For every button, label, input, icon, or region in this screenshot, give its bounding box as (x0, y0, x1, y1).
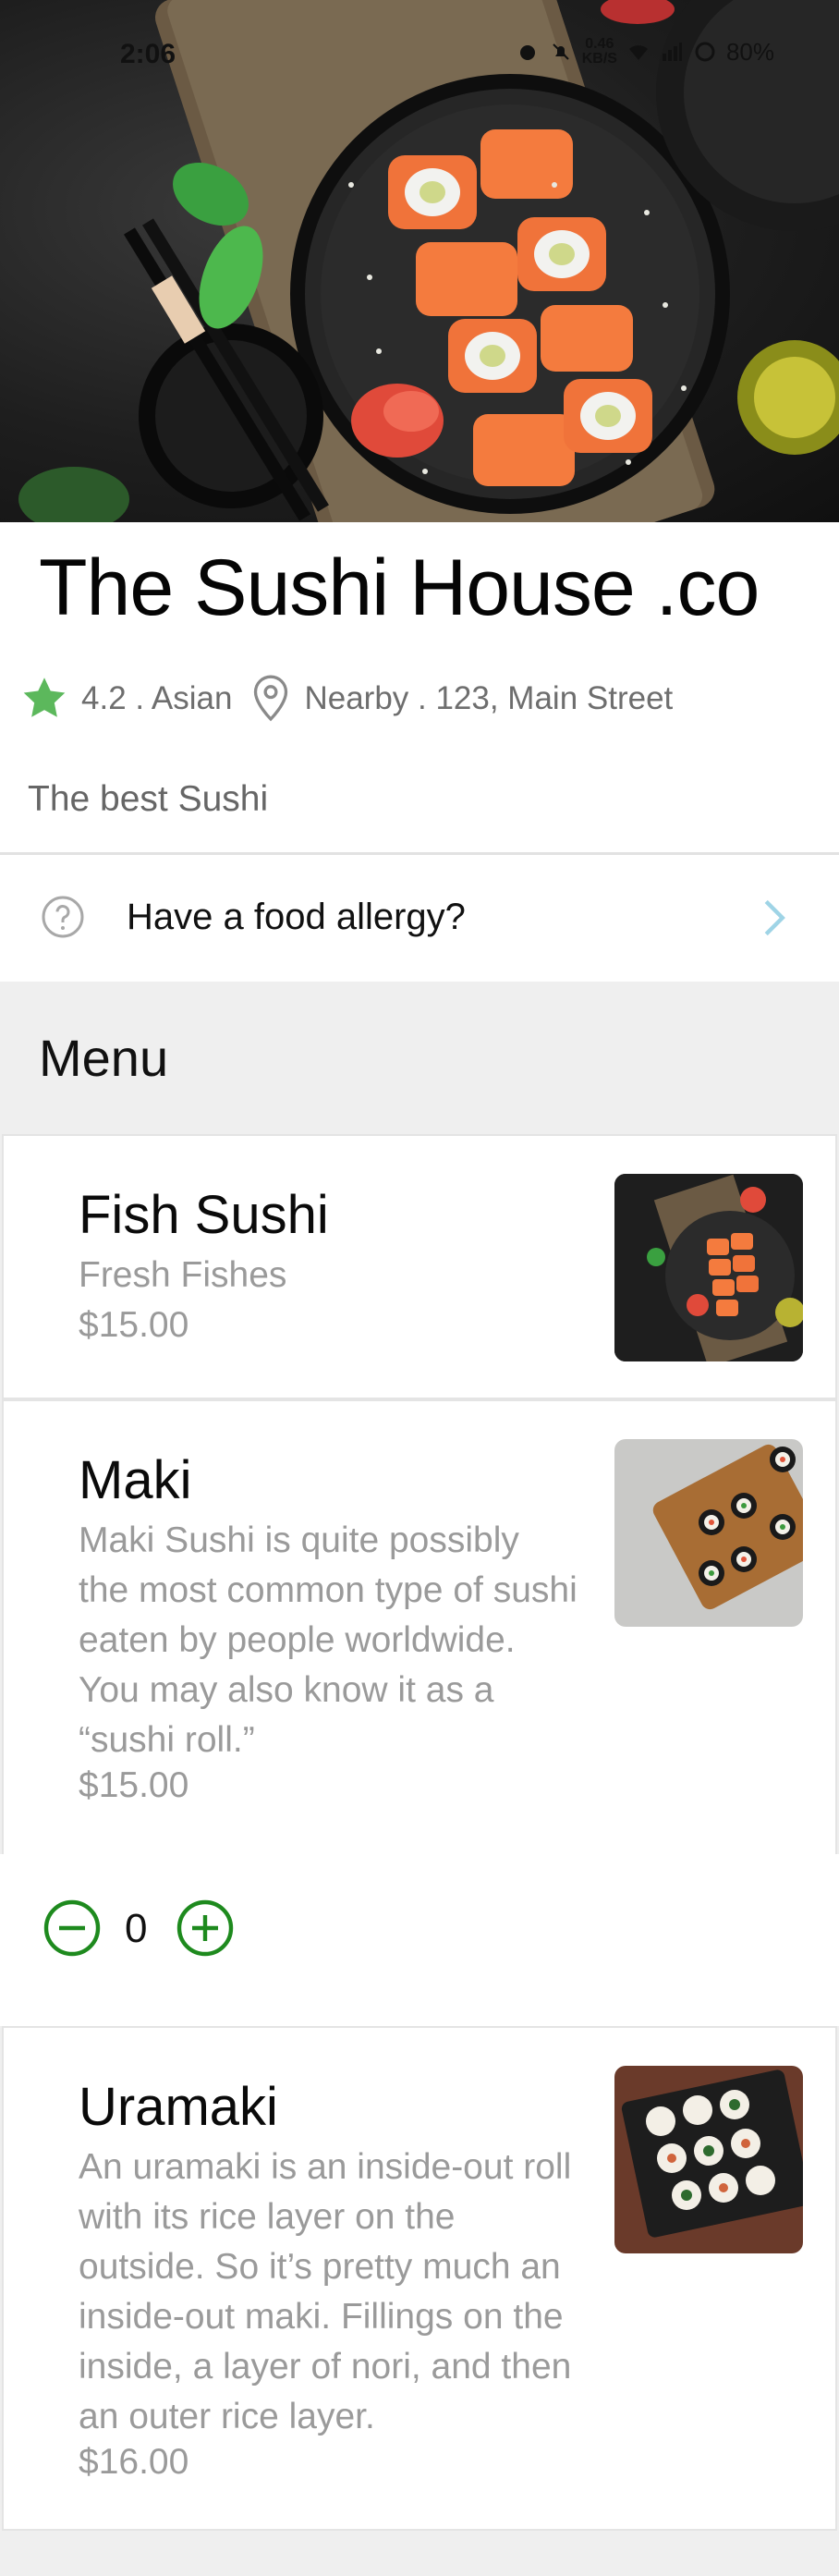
help-circle-icon (42, 896, 84, 938)
rating-cuisine: 4.2 . Asian (81, 680, 233, 716)
location-address: Nearby . 123, Main Street (304, 680, 674, 716)
quantity-stepper: 0 (0, 1854, 839, 2026)
menu-item-uramaki[interactable]: Uramaki An uramaki is an inside-out roll… (2, 2026, 837, 2531)
restaurant-meta: 4.2 . Asian Nearby . 123, Main Street (20, 675, 673, 723)
decrease-quantity-button[interactable] (43, 1898, 102, 1958)
status-time: 2:06 (120, 39, 176, 69)
restaurant-title: The Sushi House .co (39, 543, 760, 632)
menu-item-price: $15.00 (79, 1765, 189, 1805)
maki-thumbnail (614, 1439, 803, 1627)
location-pin-icon (254, 675, 288, 722)
menu-item-image (614, 1174, 803, 1361)
restaurant-tagline: The best Sushi (28, 779, 269, 819)
signal-icon (662, 43, 682, 61)
wifi-icon (628, 45, 648, 60)
menu-item-price: $15.00 (79, 1305, 189, 1345)
menu-item-name: Uramaki (79, 2077, 278, 2137)
increase-quantity-button[interactable] (176, 1898, 235, 1958)
uramaki-thumbnail (614, 2066, 803, 2253)
fish-sushi-thumbnail (614, 1174, 803, 1361)
menu-item-name: Fish Sushi (79, 1185, 329, 1245)
hero-image: 2:06 0.46 KB/S 80% (0, 0, 839, 522)
menu-item-image (614, 1439, 803, 1627)
network-speed: 0.46 KB/S (582, 37, 617, 67)
battery-icon (695, 42, 715, 62)
menu-item-maki[interactable]: Maki Maki Sushi is quite possibly the mo… (2, 1399, 837, 1856)
network-speed-unit: KB/S (581, 51, 617, 67)
status-bar: 2:06 0.46 KB/S 80% (0, 0, 839, 111)
menu-item-name: Maki (79, 1450, 192, 1510)
menu-item-fish-sushi[interactable]: Fish Sushi Fresh Fishes $15.00 (2, 1134, 837, 1399)
menu-item-price: $16.00 (79, 2442, 189, 2482)
star-icon (23, 678, 66, 717)
menu-item-image (614, 2066, 803, 2253)
menu-item-description: Fresh Fishes (79, 1255, 287, 1295)
battery-level: 80% (725, 37, 774, 66)
alarm-icon (519, 45, 535, 60)
network-speed-value: 0.46 (585, 36, 614, 52)
mute-bell-icon (553, 43, 569, 60)
food-allergy-label: Have a food allergy? (127, 897, 466, 937)
menu-item-description: Maki Sushi is quite possibly the most co… (79, 1520, 578, 1760)
menu-item-description: An uramaki is an inside-out roll with it… (79, 2147, 572, 2436)
quantity-value: 0 (125, 1906, 148, 1951)
status-indicators: 0.46 KB/S 80% (516, 37, 774, 67)
chevron-right-icon (764, 899, 785, 936)
menu-heading: Menu (39, 1029, 169, 1087)
food-allergy-row[interactable]: Have a food allergy? (0, 855, 839, 982)
